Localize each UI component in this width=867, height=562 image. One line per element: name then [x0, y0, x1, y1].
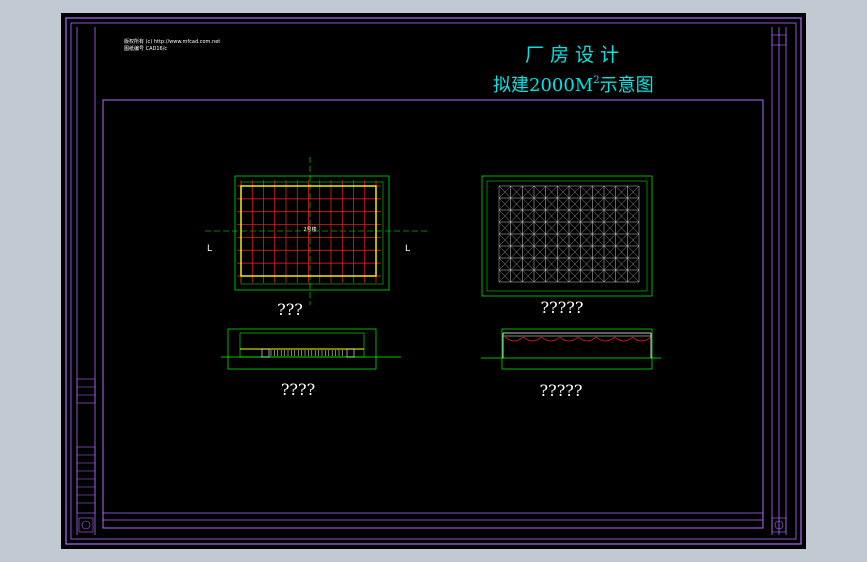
section-marker-right: L	[405, 244, 410, 254]
title-line-2: 拟建2000M2示意图	[493, 75, 654, 96]
side-truss-arc	[632, 336, 652, 342]
roof-view-label: ?????	[541, 298, 584, 317]
side-truss-arc	[577, 336, 597, 342]
outer-frame	[65, 17, 802, 545]
note-line-1: 版权所有 (c) http://www.mfcad.com.net	[124, 38, 220, 45]
note-line-2: 图纸编号 CAD16/c	[124, 45, 167, 52]
side-section-view[interactable]	[481, 328, 661, 370]
side-truss-arc	[614, 336, 633, 342]
title-line-1: 厂 房 设 计	[525, 44, 619, 66]
front-view-label: ????	[281, 380, 315, 399]
side-truss-arc	[541, 336, 560, 342]
drawing-sheet: 版权所有 (c) http://www.mfcad.com.net 图纸编号 C…	[65, 17, 802, 545]
side-view-label: ?????	[540, 381, 583, 400]
drawing-border	[102, 99, 764, 529]
floor-plan-view[interactable]: 2号楼 L L	[205, 157, 427, 305]
plan-view-label: ???	[277, 300, 303, 319]
section-marker-left: L	[207, 244, 212, 254]
side-truss-arc	[596, 336, 615, 342]
side-truss-arc	[504, 336, 524, 342]
plan-center-label: 2号楼	[303, 226, 316, 233]
right-title-strip	[771, 27, 787, 535]
side-truss-arc	[559, 336, 579, 342]
side-truss-arc	[523, 336, 542, 342]
left-title-strip	[76, 27, 96, 535]
front-elevation-view[interactable]	[221, 328, 401, 370]
cad-drawing-canvas[interactable]: 版权所有 (c) http://www.mfcad.com.net 图纸编号 C…	[61, 13, 806, 549]
roof-truss-view[interactable]	[481, 175, 653, 297]
